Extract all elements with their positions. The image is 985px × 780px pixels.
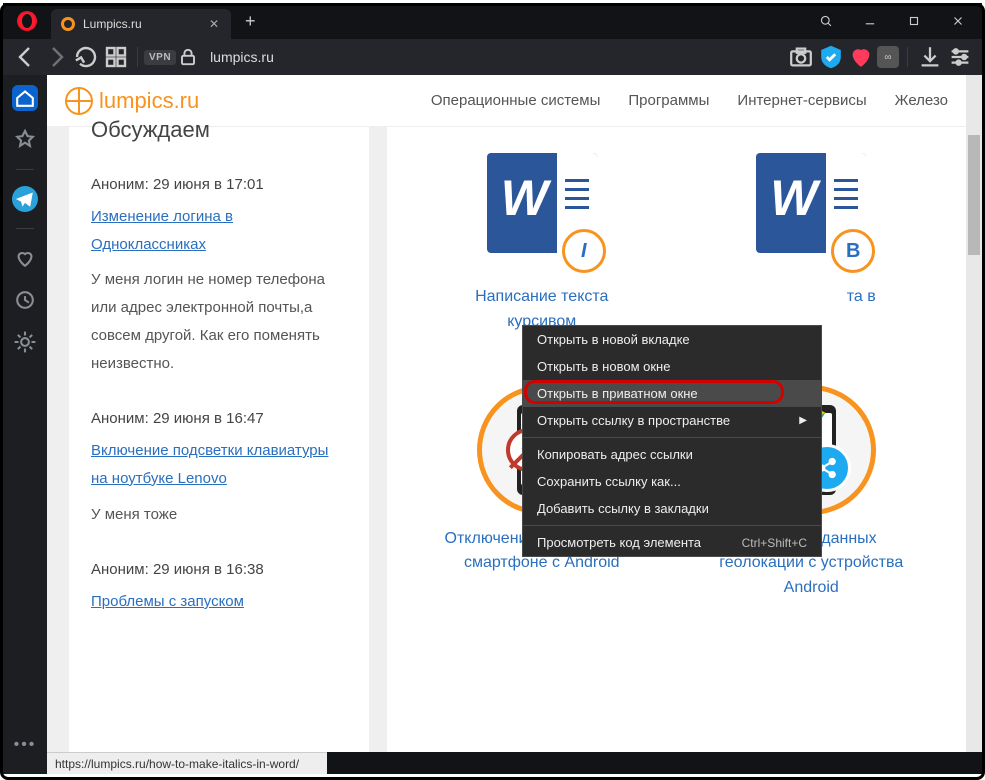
adblock-icon[interactable] <box>817 42 845 72</box>
rail-heart-icon[interactable] <box>12 245 38 271</box>
comment-item: Аноним: 29 июня в 16:38 Проблемы с запус… <box>91 556 347 616</box>
favicon-icon <box>61 17 75 31</box>
minimize-button[interactable] <box>850 6 890 36</box>
new-tab-button[interactable]: + <box>231 11 270 32</box>
rail-settings-icon[interactable] <box>12 329 38 355</box>
comment-meta: Аноним: 29 июня в 16:38 <box>91 556 347 584</box>
search-icon[interactable] <box>806 6 846 36</box>
back-button[interactable] <box>11 42 41 72</box>
maximize-button[interactable] <box>894 6 934 36</box>
badge-letter: B <box>831 229 875 273</box>
panel-heading: Обсуждаем <box>91 117 347 143</box>
vpn-badge[interactable]: VPN <box>144 50 176 65</box>
context-menu: Открыть в новой вкладке Открыть в новом … <box>522 325 822 557</box>
titlebar: Lumpics.ru ✕ + <box>3 3 982 39</box>
heart-icon[interactable] <box>847 42 875 72</box>
lock-icon[interactable] <box>176 42 200 72</box>
ctx-copy-link[interactable]: Копировать адрес ссылки <box>523 441 821 468</box>
comment-body: У меня логин не номер телефона или адрес… <box>91 266 347 377</box>
main-nav: Операционные системы Программы Интернет-… <box>431 92 948 109</box>
comment-link[interactable]: Включение подсветки клавиатуры на ноутбу… <box>91 442 328 487</box>
speed-dial-icon[interactable] <box>101 42 131 72</box>
article-card: B та в <box>697 133 927 335</box>
ctx-inspect-element[interactable]: Просмотреть код элементаCtrl+Shift+C <box>523 529 821 556</box>
comment-meta: Аноним: 29 июня в 17:01 <box>91 171 347 199</box>
discuss-panel: Обсуждаем Аноним: 29 июня в 17:01 Измене… <box>69 127 369 752</box>
url-text[interactable]: lumpics.ru <box>210 49 787 65</box>
tab-title: Lumpics.ru <box>83 17 205 31</box>
ctx-open-new-window[interactable]: Открыть в новом окне <box>523 353 821 380</box>
article-link[interactable]: та в <box>847 285 876 310</box>
comment-body: У меня тоже <box>91 501 347 529</box>
close-window-button[interactable] <box>938 6 978 36</box>
rail-bookmark-icon[interactable] <box>12 127 38 153</box>
status-bar: https://lumpics.ru/how-to-make-italics-i… <box>47 752 327 774</box>
close-tab-icon[interactable]: ✕ <box>205 17 223 31</box>
ctx-shortcut: Ctrl+Shift+C <box>742 536 807 550</box>
article-card: I Написание текста курсивом <box>427 133 657 335</box>
ctx-separator <box>523 437 821 438</box>
site-logo[interactable]: lumpics.ru <box>65 87 199 115</box>
status-url: https://lumpics.ru/how-to-make-italics-i… <box>55 757 299 771</box>
comment-link[interactable]: Изменение логина в Одноклассниках <box>91 208 233 253</box>
address-bar: VPN lumpics.ru ∞ <box>3 39 982 75</box>
downloads-icon[interactable] <box>916 42 944 72</box>
chevron-right-icon: ▶ <box>799 415 807 426</box>
comment-link[interactable]: Проблемы с запуском <box>91 593 244 610</box>
scrollbar[interactable] <box>966 75 982 752</box>
nav-hardware[interactable]: Железо <box>895 92 948 109</box>
ctx-open-private-window[interactable]: Открыть в приватном окне <box>523 380 821 407</box>
comment-item: Аноним: 29 июня в 16:47 Включение подсве… <box>91 405 347 528</box>
extension-icon[interactable]: ∞ <box>877 46 899 68</box>
logo-icon <box>65 87 93 115</box>
ctx-save-link-as[interactable]: Сохранить ссылку как... <box>523 468 821 495</box>
rail-home-icon[interactable] <box>12 85 38 111</box>
nav-services[interactable]: Интернет-сервисы <box>737 92 866 109</box>
badge-letter: I <box>562 229 606 273</box>
scrollbar-thumb[interactable] <box>968 135 980 255</box>
comment-meta: Аноним: 29 июня в 16:47 <box>91 405 347 433</box>
forward-button[interactable] <box>41 42 71 72</box>
reload-button[interactable] <box>71 42 101 72</box>
ctx-open-in-workspace[interactable]: Открыть ссылку в пространстве▶ <box>523 407 821 434</box>
rail-more-icon[interactable]: ••• <box>12 732 38 758</box>
sidebar-rail: ••• <box>3 75 47 774</box>
rail-history-icon[interactable] <box>12 287 38 313</box>
opera-icon[interactable] <box>17 11 37 31</box>
logo-text: lumpics.ru <box>99 88 199 114</box>
ctx-bookmark-link[interactable]: Добавить ссылку в закладки <box>523 495 821 522</box>
ctx-separator <box>523 525 821 526</box>
nav-programs[interactable]: Программы <box>628 92 709 109</box>
easy-setup-icon[interactable] <box>946 42 974 72</box>
snapshot-icon[interactable] <box>787 42 815 72</box>
ctx-open-new-tab[interactable]: Открыть в новой вкладке <box>523 326 821 353</box>
comment-item: Аноним: 29 июня в 17:01 Изменение логина… <box>91 171 347 377</box>
rail-telegram-icon[interactable] <box>12 186 38 212</box>
browser-tab[interactable]: Lumpics.ru ✕ <box>51 9 231 39</box>
nav-os[interactable]: Операционные системы <box>431 92 601 109</box>
